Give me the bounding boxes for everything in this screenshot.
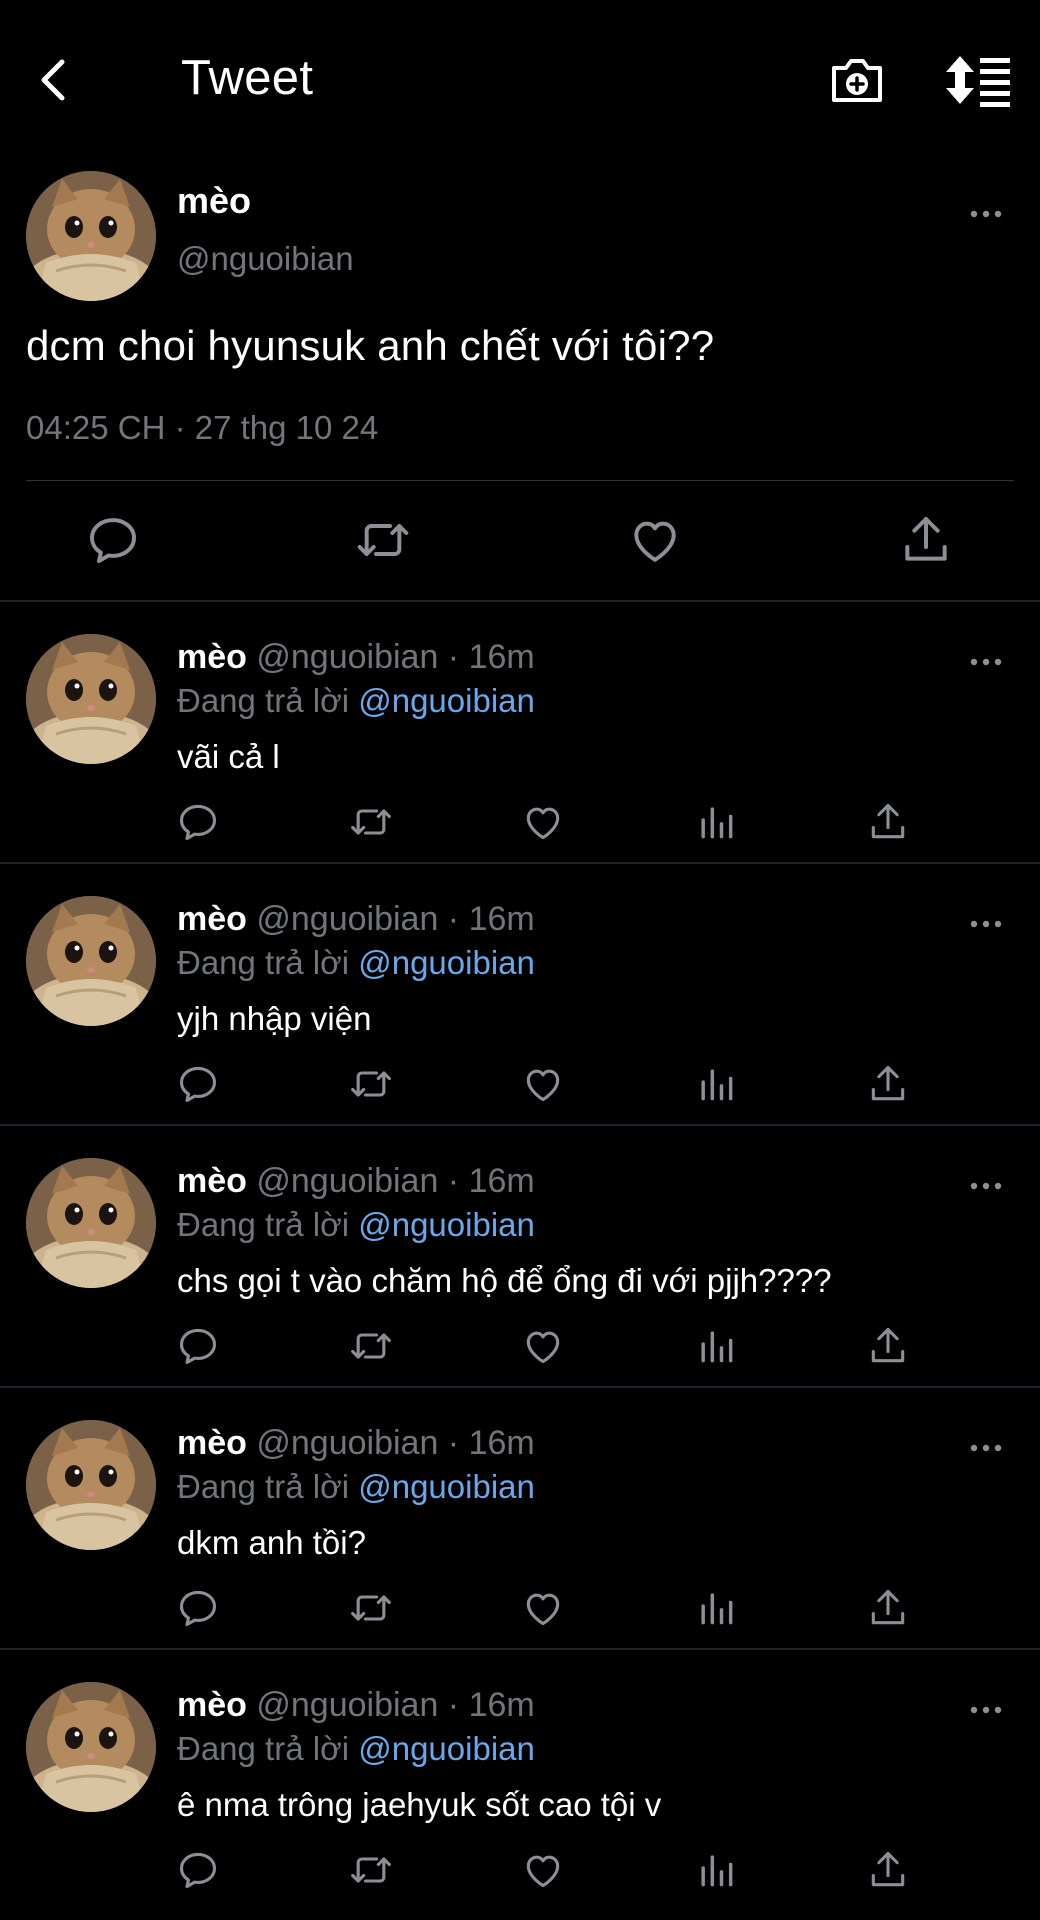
cat-avatar-icon xyxy=(26,171,156,301)
author-handle[interactable]: @nguoibian xyxy=(177,240,354,278)
heart-icon[interactable] xyxy=(521,1324,565,1368)
reply-text: dkm anh tồi? xyxy=(177,1524,366,1561)
reply-item[interactable]: mèo @nguoibian · 16m Đang trả lời @nguoi… xyxy=(0,602,1040,864)
retweet-icon[interactable] xyxy=(349,1062,393,1106)
reply-icon[interactable] xyxy=(176,800,220,844)
replying-to: Đang trả lời @nguoibian xyxy=(177,1206,535,1244)
reply-item[interactable]: mèo @nguoibian · 16m Đang trả lời @nguoi… xyxy=(0,1126,1040,1388)
tweet-text: dcm choi hyunsuk anh chết với tôi?? xyxy=(26,322,715,369)
author-handle-time[interactable]: @nguoibian · 16m xyxy=(256,638,534,676)
author-name[interactable]: mèo xyxy=(177,1424,247,1462)
retweet-icon[interactable] xyxy=(349,1848,393,1892)
cat-avatar-icon xyxy=(26,1682,156,1812)
bar-chart-icon[interactable] xyxy=(694,1062,738,1106)
reply-icon[interactable] xyxy=(176,1062,220,1106)
retweet-icon[interactable] xyxy=(355,512,411,568)
replying-prefix: Đang trả lời xyxy=(177,944,359,981)
tweet-timestamp[interactable]: 04:25 CH · 27 thg 10 24 xyxy=(26,409,378,447)
share-icon[interactable] xyxy=(866,1848,910,1892)
retweet-icon[interactable] xyxy=(349,1586,393,1630)
more-dots-icon[interactable] xyxy=(968,648,1004,676)
more-dots-icon[interactable] xyxy=(968,1434,1004,1462)
avatar[interactable] xyxy=(26,1420,156,1550)
reply-item[interactable]: mèo @nguoibian · 16m Đang trả lời @nguoi… xyxy=(0,864,1040,1126)
retweet-icon[interactable] xyxy=(349,800,393,844)
reply-text: yjh nhập viện xyxy=(177,1000,372,1037)
bar-chart-icon[interactable] xyxy=(694,800,738,844)
reply-icon[interactable] xyxy=(176,1848,220,1892)
replying-prefix: Đang trả lời xyxy=(177,1730,359,1767)
avatar[interactable] xyxy=(26,171,156,301)
replying-prefix: Đang trả lời xyxy=(177,1468,359,1505)
heart-icon[interactable] xyxy=(627,512,683,568)
reply-item[interactable]: mèo @nguoibian · 16m Đang trả lời @nguoi… xyxy=(0,1650,1040,1912)
heart-icon[interactable] xyxy=(521,1848,565,1892)
more-dots-icon[interactable] xyxy=(968,200,1004,228)
cat-avatar-icon xyxy=(26,1420,156,1550)
mention-link[interactable]: @nguoibian xyxy=(358,944,535,981)
author-name[interactable]: mèo xyxy=(177,180,251,222)
mention-link[interactable]: @nguoibian xyxy=(358,682,535,719)
heart-icon[interactable] xyxy=(521,1062,565,1106)
cat-avatar-icon xyxy=(26,896,156,1026)
bar-chart-icon[interactable] xyxy=(694,1848,738,1892)
author-name[interactable]: mèo xyxy=(177,638,247,676)
camera-plus-icon[interactable] xyxy=(828,52,886,108)
share-icon[interactable] xyxy=(866,1324,910,1368)
author-handle-time[interactable]: @nguoibian · 16m xyxy=(256,1162,534,1200)
replying-to: Đang trả lời @nguoibian xyxy=(177,1730,535,1768)
author-handle-time[interactable]: @nguoibian · 16m xyxy=(256,900,534,938)
more-dots-icon[interactable] xyxy=(968,1172,1004,1200)
author-handle-time[interactable]: @nguoibian · 16m xyxy=(256,1686,534,1724)
retweet-icon[interactable] xyxy=(349,1324,393,1368)
author-handle-time[interactable]: @nguoibian · 16m xyxy=(256,1424,534,1462)
reply-text: chs gọi t vào chăm hộ để ổng đi với pjjh… xyxy=(177,1262,832,1299)
avatar[interactable] xyxy=(26,1682,156,1812)
reply-header: mèo @nguoibian · 16m xyxy=(177,1686,535,1725)
reply-text: vãi cả l xyxy=(177,738,280,775)
share-icon[interactable] xyxy=(866,1062,910,1106)
replying-prefix: Đang trả lời xyxy=(177,1206,359,1243)
mention-link[interactable]: @nguoibian xyxy=(358,1206,535,1243)
avatar[interactable] xyxy=(26,1158,156,1288)
page-title: Tweet xyxy=(181,51,314,105)
share-icon[interactable] xyxy=(866,1586,910,1630)
back-icon[interactable] xyxy=(28,52,84,108)
reply-icon[interactable] xyxy=(85,512,141,568)
author-name[interactable]: mèo xyxy=(177,1686,247,1724)
reply-header: mèo @nguoibian · 16m xyxy=(177,1162,535,1201)
more-dots-icon[interactable] xyxy=(968,1696,1004,1724)
reply-item[interactable]: mèo @nguoibian · 16m Đang trả lời @nguoi… xyxy=(0,1388,1040,1650)
share-icon[interactable] xyxy=(866,800,910,844)
avatar[interactable] xyxy=(26,634,156,764)
mention-link[interactable]: @nguoibian xyxy=(358,1468,535,1505)
avatar[interactable] xyxy=(26,896,156,1026)
replying-to: Đang trả lời @nguoibian xyxy=(177,944,535,982)
share-icon[interactable] xyxy=(898,512,954,568)
sort-list-icon[interactable] xyxy=(944,52,1014,108)
mention-link[interactable]: @nguoibian xyxy=(358,1730,535,1767)
reply-text: ê nma trông jaehyuk sốt cao tội v xyxy=(177,1786,662,1823)
replying-to: Đang trả lời @nguoibian xyxy=(177,682,535,720)
heart-icon[interactable] xyxy=(521,1586,565,1630)
reply-header: mèo @nguoibian · 16m xyxy=(177,900,535,939)
author-name[interactable]: mèo xyxy=(177,900,247,938)
replying-to: Đang trả lời @nguoibian xyxy=(177,1468,535,1506)
cat-avatar-icon xyxy=(26,634,156,764)
heart-icon[interactable] xyxy=(521,800,565,844)
cat-avatar-icon xyxy=(26,1158,156,1288)
replying-prefix: Đang trả lời xyxy=(177,682,359,719)
bar-chart-icon[interactable] xyxy=(694,1324,738,1368)
divider xyxy=(26,480,1014,481)
reply-header: mèo @nguoibian · 16m xyxy=(177,638,535,677)
reply-icon[interactable] xyxy=(176,1586,220,1630)
reply-header: mèo @nguoibian · 16m xyxy=(177,1424,535,1463)
bar-chart-icon[interactable] xyxy=(694,1586,738,1630)
reply-icon[interactable] xyxy=(176,1324,220,1368)
more-dots-icon[interactable] xyxy=(968,910,1004,938)
author-name[interactable]: mèo xyxy=(177,1162,247,1200)
